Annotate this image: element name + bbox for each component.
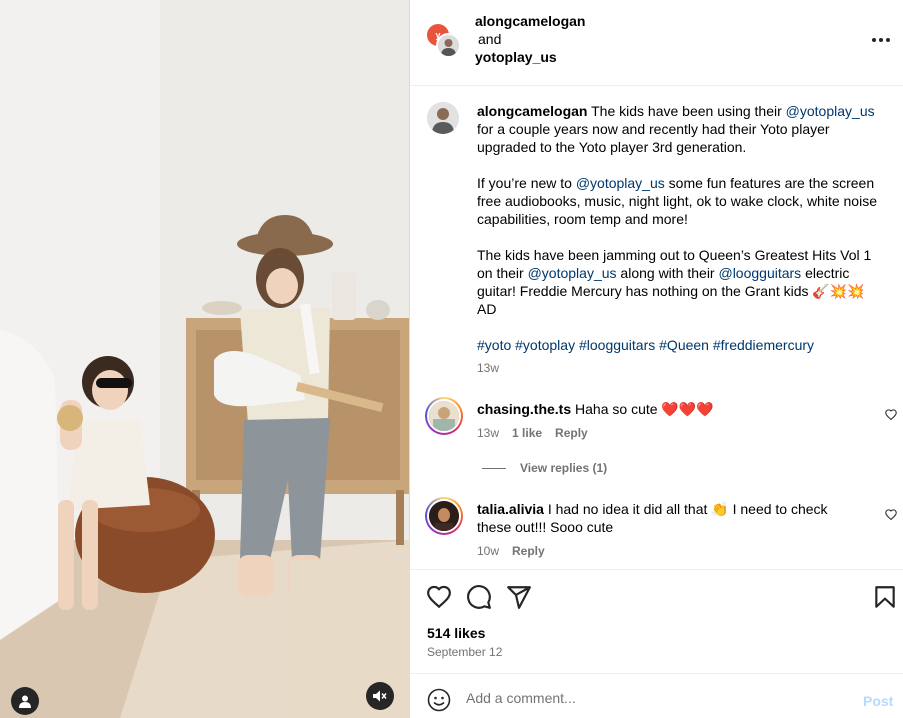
more-horizontal-icon [872, 38, 876, 42]
comment-username[interactable]: talia.alivia [477, 501, 544, 517]
mention-link[interactable]: @loogguitars [718, 265, 801, 281]
actions-divider [410, 569, 903, 570]
comment-body: talia.alivia I had no idea it did all th… [477, 497, 847, 560]
collab-avatars[interactable]: y [427, 24, 467, 60]
comment-heart-icon[interactable] [885, 509, 897, 520]
post-date[interactable]: September 12 [427, 645, 502, 659]
tagged-users-button[interactable] [11, 687, 39, 715]
caption-timestamp[interactable]: 13w [477, 360, 889, 376]
collab-authors: alongcamelogan and yotoplay_us [475, 12, 585, 66]
author-link[interactable]: yotoplay_us [475, 48, 585, 66]
commenter-avatar[interactable] [425, 497, 463, 535]
view-replies-label: View replies (1) [520, 461, 608, 475]
comment-age[interactable]: 13w [477, 424, 499, 442]
post-detail-panel: y alongcamelogan and yotoplay_us alongca… [410, 0, 903, 718]
reply-button[interactable]: Reply [555, 424, 588, 442]
comment-icon[interactable] [466, 584, 492, 610]
comment-username[interactable]: chasing.the.ts [477, 401, 571, 417]
post-media[interactable] [0, 0, 409, 718]
hashtag-link[interactable]: #yoto [477, 337, 511, 353]
user-icon [19, 695, 31, 708]
hashtag-link[interactable]: #freddiemercury [713, 337, 814, 353]
mention-link[interactable]: @yotoplay_us [576, 175, 665, 191]
comment-input[interactable] [466, 686, 846, 710]
post-header: y alongcamelogan and yotoplay_us [410, 0, 903, 86]
comment-meta: 10w Reply [477, 542, 847, 560]
comment-meta: 13w 1 like Reply [477, 424, 847, 442]
heart-icon[interactable] [426, 584, 452, 610]
hashtag-link[interactable]: #yotoplay [515, 337, 575, 353]
caption-author-avatar[interactable] [427, 102, 459, 134]
paper-plane-icon[interactable] [506, 584, 532, 610]
comment-age[interactable]: 10w [477, 542, 499, 560]
caption-username[interactable]: alongcamelogan [477, 103, 587, 119]
comment-composer: Post [410, 673, 903, 718]
hashtags: #yoto #yotoplay #loogguitars #Queen #fre… [477, 336, 889, 354]
mute-button[interactable] [366, 682, 394, 710]
comment-body: chasing.the.ts Haha so cute ❤️❤️❤️ 13w 1… [477, 397, 847, 442]
more-options-button[interactable] [872, 32, 892, 48]
emoji-icon[interactable] [427, 688, 451, 712]
user-avatar [436, 33, 461, 58]
mention-link[interactable]: @yotoplay_us [786, 103, 875, 119]
comment-heart-icon[interactable] [885, 409, 897, 420]
author-link[interactable]: alongcamelogan [475, 12, 585, 30]
hashtag-link[interactable]: #loogguitars [579, 337, 655, 353]
caption-text: alongcamelogan The kids have been using … [477, 102, 889, 376]
reply-button[interactable]: Reply [512, 542, 545, 560]
and-label: and [478, 31, 502, 47]
post-comment-button[interactable]: Post [863, 693, 893, 709]
mention-link[interactable]: @yotoplay_us [528, 265, 617, 281]
view-replies-button[interactable]: View replies (1) [482, 461, 607, 475]
speaker-muted-icon [373, 690, 387, 702]
likes-count[interactable]: 514 likes [427, 625, 485, 641]
comment-like-count[interactable]: 1 like [512, 424, 542, 442]
video-frame-image [0, 0, 409, 718]
reply-line [482, 467, 506, 469]
comment-text: Haha so cute ❤️❤️❤️ [571, 401, 714, 417]
hashtag-link[interactable]: #Queen [659, 337, 709, 353]
commenter-avatar[interactable] [425, 397, 463, 435]
bookmark-icon[interactable] [872, 584, 898, 610]
